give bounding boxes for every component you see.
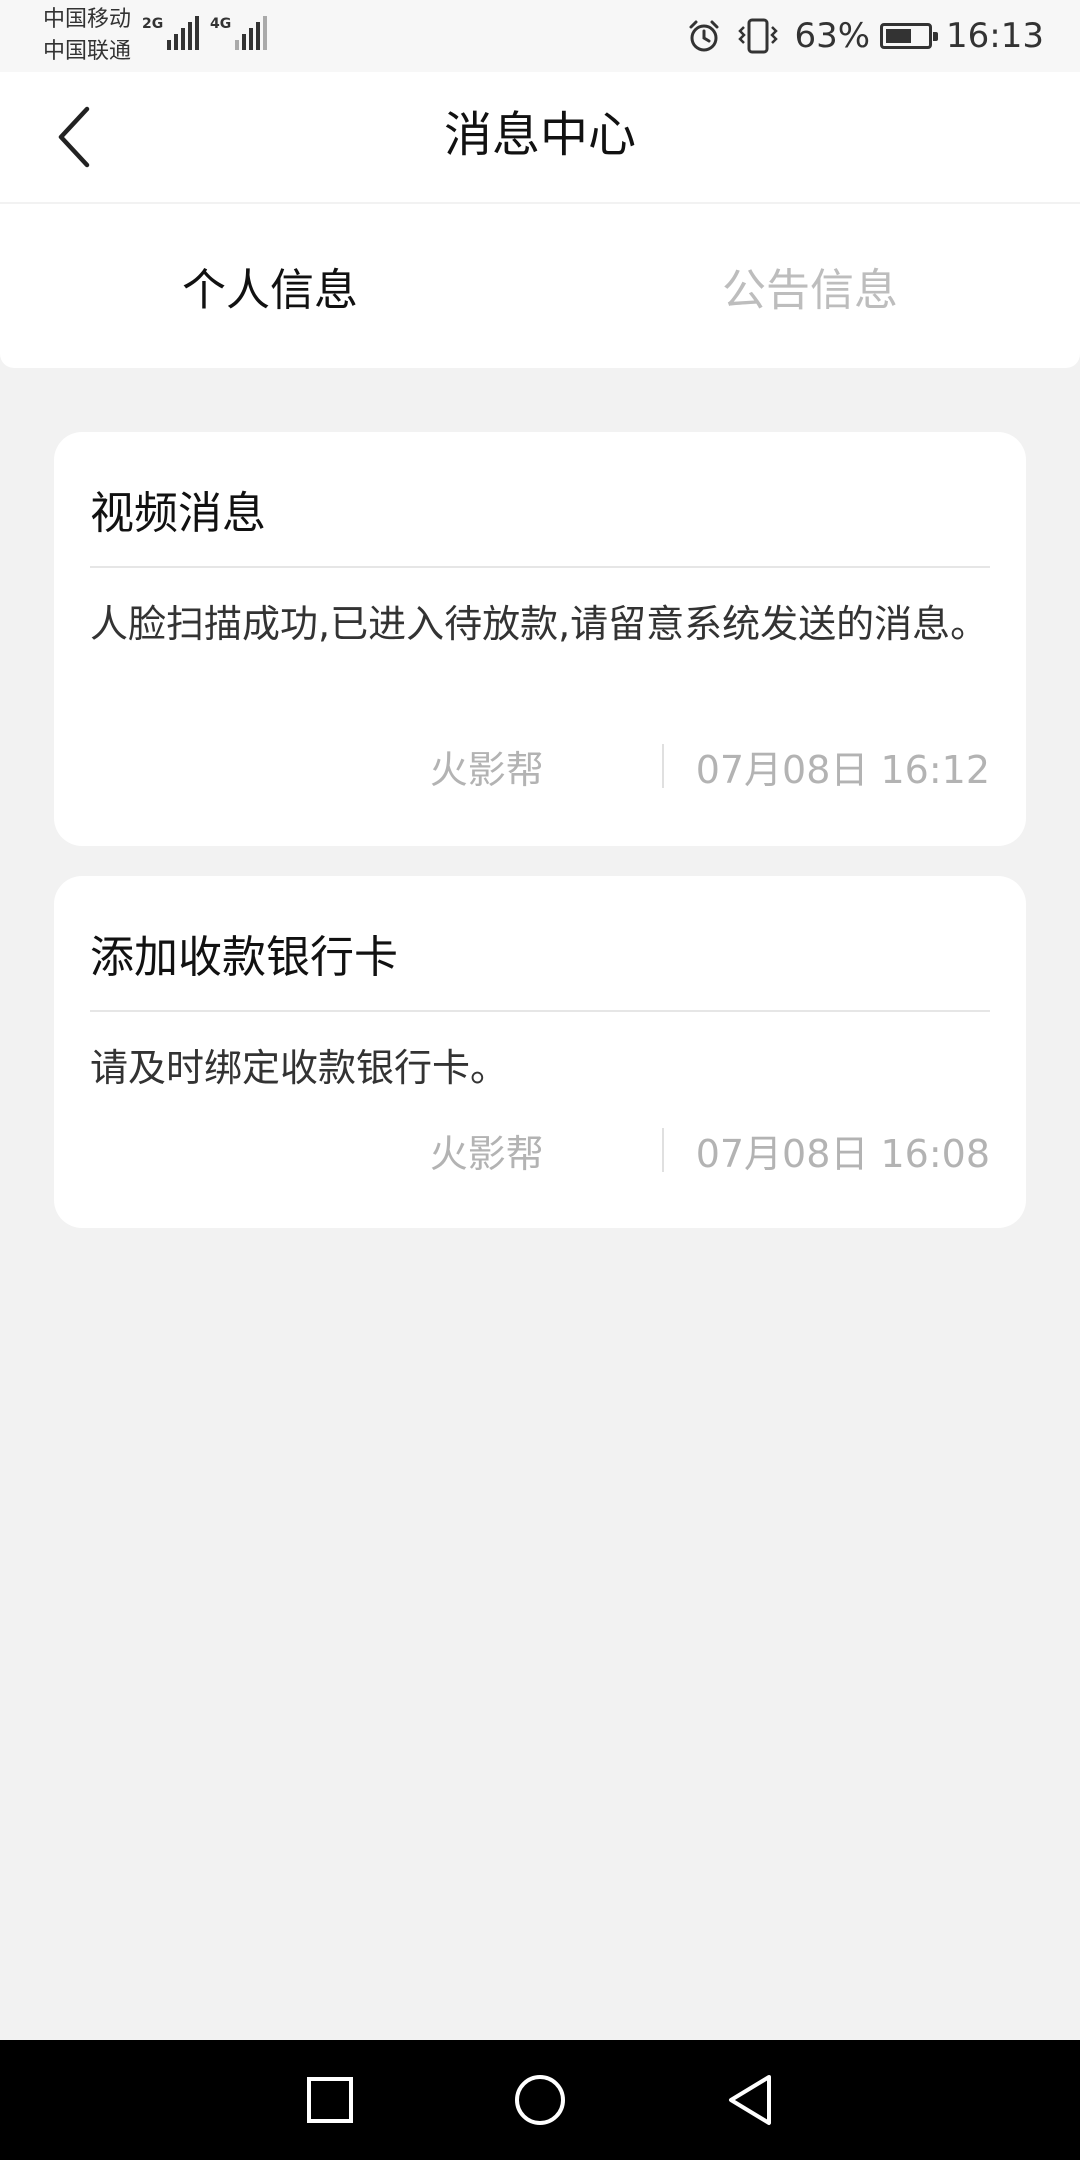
battery-icon xyxy=(880,23,939,49)
message-title: 添加收款银行卡 xyxy=(90,876,990,1012)
network-type-1: 2G xyxy=(142,16,164,32)
message-source: 火影帮 xyxy=(429,747,544,792)
message-content: 请及时绑定收款银行卡。 xyxy=(90,1046,509,1090)
tab-bar: 个人信息 公告信息 xyxy=(0,204,1080,368)
carrier-1: 中国移动 xyxy=(43,7,132,32)
status-bar: 中国移动 中国联通 2G 4G 63% 16:13 xyxy=(0,0,1080,72)
nav-back-button[interactable] xyxy=(705,2055,795,2145)
recent-apps-button[interactable] xyxy=(285,2055,375,2145)
battery-level-fill xyxy=(886,29,912,43)
home-icon xyxy=(515,2075,565,2125)
battery-percent: 63% xyxy=(794,16,871,56)
page-title: 消息中心 xyxy=(443,107,636,163)
message-content: 人脸扫描成功,已进入待放款,请留意系统发送的消息。 xyxy=(90,602,989,646)
tab-personal-info[interactable]: 个人信息 xyxy=(0,204,540,368)
status-indicators: 63% 16:13 xyxy=(686,0,1044,72)
footer-divider xyxy=(661,744,664,788)
signal-2g: 2G xyxy=(142,14,202,50)
carrier-2: 中国联通 xyxy=(43,39,132,64)
home-button[interactable] xyxy=(495,2055,585,2145)
footer-divider xyxy=(661,1128,664,1172)
tab-announcements[interactable]: 公告信息 xyxy=(540,204,1080,368)
message-source: 火影帮 xyxy=(429,1131,544,1176)
message-time: 07月08日 16:08 xyxy=(695,1131,990,1176)
signal-4g: 4G xyxy=(210,14,270,50)
system-nav-bar xyxy=(0,2040,1080,2160)
alarm-icon xyxy=(686,18,722,54)
message-card[interactable]: 视频消息 人脸扫描成功,已进入待放款,请留意系统发送的消息。 火影帮 07月08… xyxy=(54,432,1026,846)
recent-apps-icon xyxy=(307,2077,353,2123)
message-card[interactable]: 添加收款银行卡 请及时绑定收款银行卡。 火影帮 07月08日 16:08 xyxy=(54,876,1026,1228)
carrier-names: 中国移动 中国联通 xyxy=(43,4,131,68)
network-type-2: 4G xyxy=(210,16,232,32)
vibrate-icon xyxy=(736,17,780,55)
signal-bars-icon xyxy=(167,14,202,50)
clock: 16:13 xyxy=(946,16,1044,56)
title-bar: 消息中心 xyxy=(0,72,1080,202)
message-time: 07月08日 16:12 xyxy=(695,747,990,792)
message-center-screen: 中国移动 中国联通 2G 4G 63% 16:13 消息中心 个人信息 公告信息… xyxy=(0,0,1080,2160)
message-footer: 火影帮 07月08日 16:08 xyxy=(90,1120,990,1180)
message-footer: 火影帮 07月08日 16:12 xyxy=(90,736,990,796)
signal-bars-icon xyxy=(235,14,270,50)
message-title: 视频消息 xyxy=(90,432,990,568)
back-icon xyxy=(729,2075,771,2125)
